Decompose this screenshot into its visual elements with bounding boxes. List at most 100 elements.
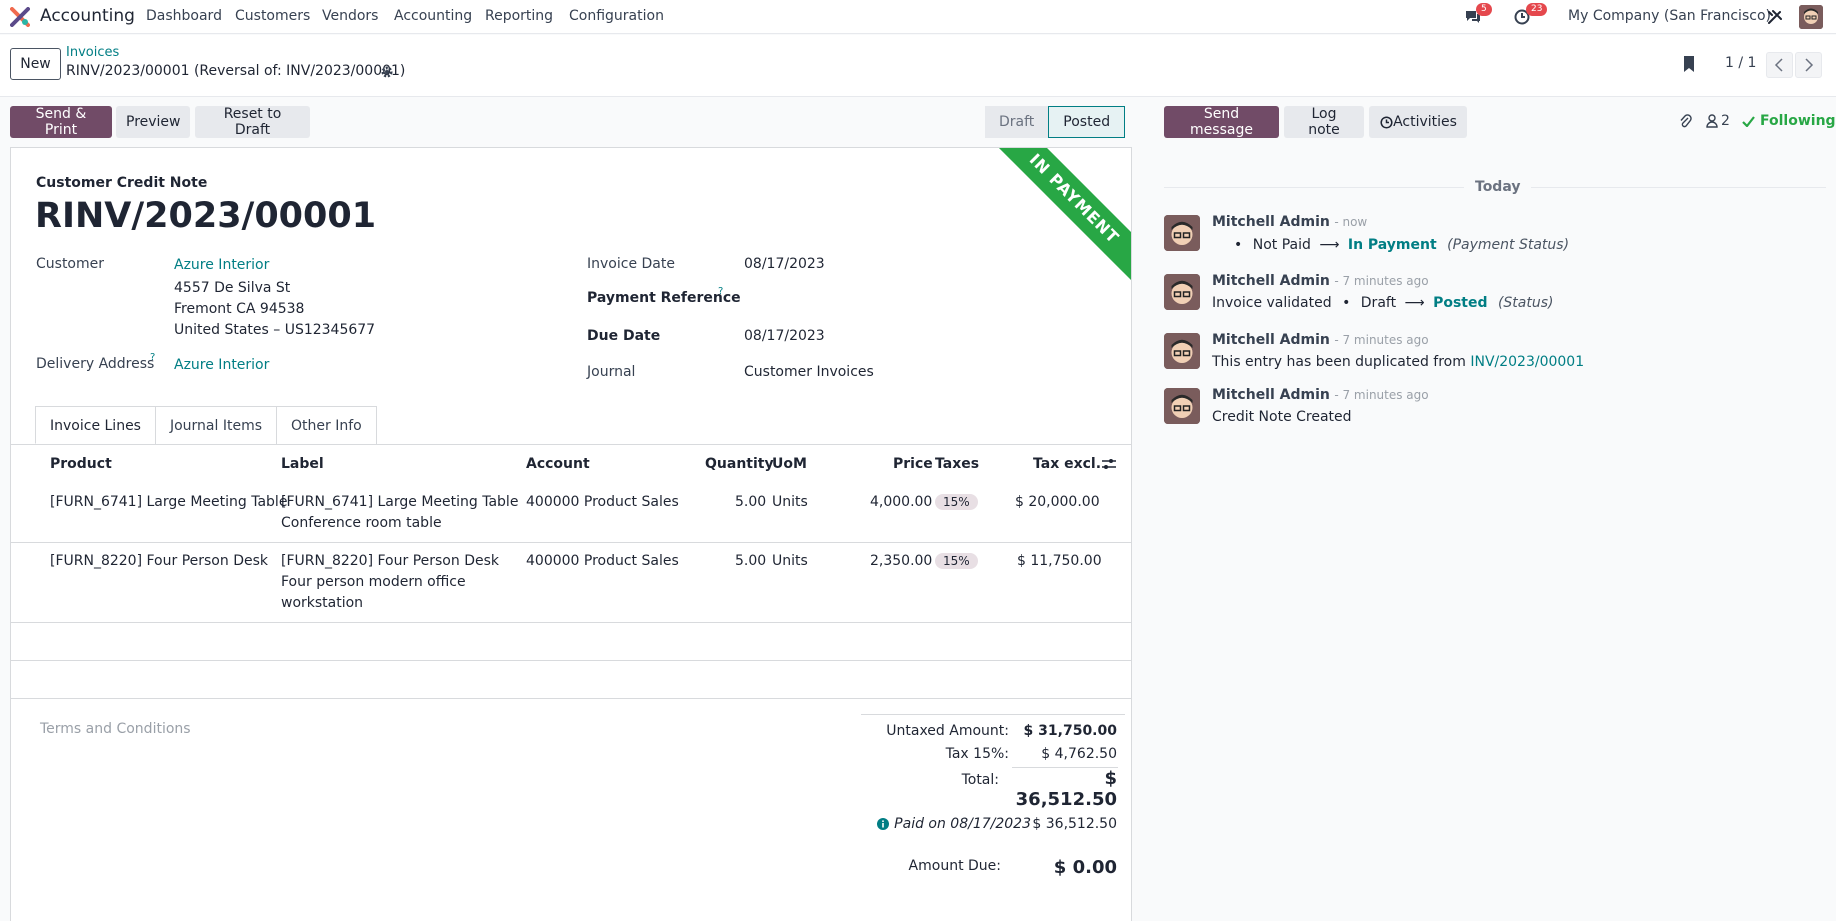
invoice-date-label: Invoice Date <box>587 256 675 272</box>
message-author[interactable]: Mitchell Admin <box>1212 332 1330 348</box>
document-type: Customer Credit Note <box>36 175 208 191</box>
preview-button[interactable]: Preview <box>116 106 190 138</box>
row2-uom[interactable]: Units <box>772 551 808 572</box>
row1-uom[interactable]: Units <box>772 492 808 513</box>
delivery-help-icon[interactable]: ? <box>150 352 155 363</box>
tracking-field: (Status) <box>1497 295 1554 311</box>
menu-dashboard[interactable]: Dashboard <box>146 8 222 24</box>
delivery-address-link[interactable]: Azure Interior <box>174 357 269 373</box>
row1-account[interactable]: 400000 Product Sales <box>526 492 679 513</box>
customer-link[interactable]: Azure Interior <box>174 257 269 273</box>
gear-icon[interactable] <box>380 65 394 79</box>
app-logo-icon[interactable] <box>10 7 30 27</box>
customer-label: Customer <box>36 256 105 272</box>
followers-icon[interactable] <box>1706 114 1718 128</box>
col-quantity[interactable]: Quantity <box>705 456 774 472</box>
message-avatar[interactable] <box>1164 215 1200 251</box>
invoice-date-value[interactable]: 08/17/2023 <box>744 256 825 272</box>
pager-previous-button[interactable] <box>1766 52 1793 78</box>
arrow-right-icon: ⟶ <box>1404 295 1425 311</box>
menu-customers[interactable]: Customers <box>235 8 310 24</box>
row1-label-line2[interactable]: Conference room table <box>281 513 442 534</box>
row1-quantity[interactable]: 5.00 <box>735 492 766 513</box>
col-account[interactable]: Account <box>526 456 590 472</box>
row2-price[interactable]: 2,350.00 <box>870 551 932 572</box>
col-price[interactable]: Price <box>893 456 933 472</box>
message-body: This entry has been duplicated from <box>1212 354 1466 370</box>
row2-quantity[interactable]: 5.00 <box>735 551 766 572</box>
info-icon[interactable] <box>877 818 889 830</box>
breadcrumb-current: RINV/2023/00001 (Reversal of: INV/2023/0… <box>66 63 406 79</box>
col-tax-excl[interactable]: Tax excl. <box>1033 456 1101 472</box>
new-button[interactable]: New <box>10 48 61 80</box>
column-settings-icon[interactable] <box>1101 457 1117 471</box>
company-switcher[interactable]: My Company (San Francisco) <box>1568 8 1771 24</box>
col-product[interactable]: Product <box>50 456 112 472</box>
row2-label-line3[interactable]: workstation <box>281 593 363 614</box>
message-avatar[interactable] <box>1164 388 1200 424</box>
row1-price[interactable]: 4,000.00 <box>870 492 932 513</box>
payment-reference-help-icon[interactable]: ? <box>718 286 723 297</box>
menu-reporting[interactable]: Reporting <box>485 8 553 24</box>
message-time: - 7 minutes ago <box>1334 274 1429 288</box>
message-avatar[interactable] <box>1164 333 1200 369</box>
total-label: Total: <box>961 772 999 788</box>
message-author[interactable]: Mitchell Admin <box>1212 214 1330 230</box>
notebook-tabs: Invoice Lines Journal Items Other Info <box>35 406 377 444</box>
pager-value[interactable]: 1 / 1 <box>1725 55 1756 71</box>
message-avatar[interactable] <box>1164 274 1200 310</box>
row1-label-line1[interactable]: [FURN_6741] Large Meeting Table <box>281 492 518 513</box>
message-header: Mitchell Admin - 7 minutes ago <box>1212 387 1429 403</box>
tax-value: $ 4,762.50 <box>1041 746 1117 762</box>
col-taxes[interactable]: Taxes <box>935 456 979 472</box>
message-content: This entry has been duplicated from INV/… <box>1212 354 1584 370</box>
tracking-field: (Payment Status) <box>1447 237 1570 253</box>
tab-journal-items[interactable]: Journal Items <box>154 406 278 444</box>
journal-value[interactable]: Customer Invoices <box>744 364 874 380</box>
tracking-old-value: Not Paid <box>1252 237 1311 253</box>
message-author[interactable]: Mitchell Admin <box>1212 387 1330 403</box>
pager-next-button[interactable] <box>1795 52 1822 78</box>
row2-product[interactable]: [FURN_8220] Four Person Desk <box>50 551 268 572</box>
status-step-draft[interactable]: Draft <box>985 106 1049 138</box>
terms-and-conditions-field[interactable]: Terms and Conditions <box>40 721 191 737</box>
log-note-button[interactable]: Log note <box>1284 106 1364 138</box>
menu-vendors[interactable]: Vendors <box>322 8 378 24</box>
followers-count[interactable]: 2 <box>1721 113 1730 129</box>
address-line-2: Fremont CA 94538 <box>174 301 305 317</box>
row2-label-line2[interactable]: Four person modern office <box>281 572 466 593</box>
menu-configuration[interactable]: Configuration <box>569 8 664 24</box>
tab-other-info[interactable]: Other Info <box>276 406 377 444</box>
col-label[interactable]: Label <box>281 456 324 472</box>
row1-product[interactable]: [FURN_6741] Large Meeting Table <box>50 492 287 513</box>
message-body: Credit Note Created <box>1212 409 1352 425</box>
day-divider-left <box>1164 187 1464 188</box>
row2-tax-badge[interactable]: 15% <box>935 553 978 569</box>
attachment-icon[interactable] <box>1678 113 1692 129</box>
source-invoice-link[interactable]: INV/2023/00001 <box>1470 354 1584 370</box>
tab-invoice-lines[interactable]: Invoice Lines <box>35 406 156 444</box>
debug-tools-icon[interactable] <box>1767 9 1783 25</box>
app-name[interactable]: Accounting <box>40 6 135 26</box>
reset-to-draft-button[interactable]: Reset to Draft <box>195 106 310 138</box>
message-author[interactable]: Mitchell Admin <box>1212 273 1330 289</box>
breadcrumb-invoices[interactable]: Invoices <box>66 45 119 60</box>
paid-on-label: Paid on 08/17/2023 <box>894 816 1031 832</box>
row1-tax-badge[interactable]: 15% <box>935 494 978 510</box>
user-avatar[interactable] <box>1799 5 1823 29</box>
bookmark-icon[interactable] <box>1681 55 1695 73</box>
row-divider <box>11 660 1131 661</box>
send-print-button[interactable]: Send & Print <box>10 106 112 138</box>
tax-label: Tax 15%: <box>945 746 1009 762</box>
delivery-address-label: Delivery Address <box>36 356 155 372</box>
row2-account[interactable]: 400000 Product Sales <box>526 551 679 572</box>
menu-accounting[interactable]: Accounting <box>394 8 472 24</box>
messages-button[interactable]: 5 <box>1464 3 1492 27</box>
row2-label-line1[interactable]: [FURN_8220] Four Person Desk <box>281 551 499 572</box>
send-message-button[interactable]: Send message <box>1164 106 1279 138</box>
status-step-posted[interactable]: Posted <box>1048 106 1126 138</box>
due-date-value[interactable]: 08/17/2023 <box>744 328 825 344</box>
col-uom[interactable]: UoM <box>772 456 807 472</box>
following-button[interactable]: Following <box>1760 113 1836 129</box>
activities-button[interactable]: 23 <box>1514 3 1548 27</box>
